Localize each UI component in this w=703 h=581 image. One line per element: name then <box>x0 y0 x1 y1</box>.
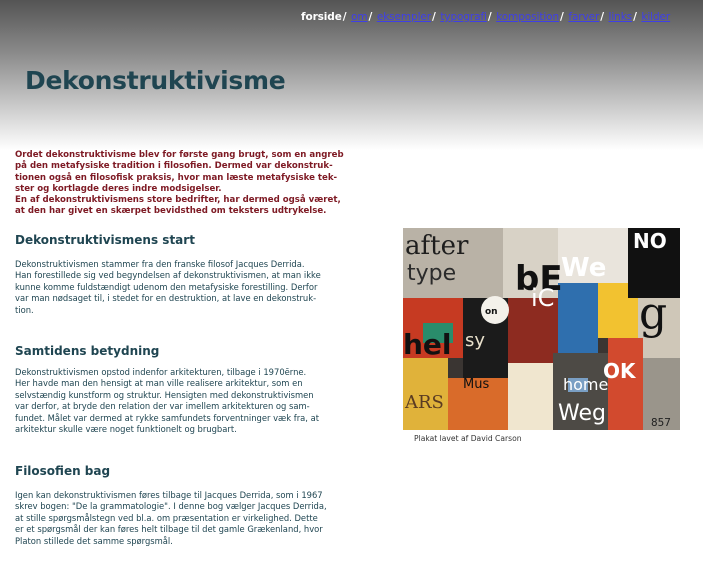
carson-poster-image: after type bE We iC g NO hel sy ARS home… <box>403 228 680 430</box>
poster-word: 857 <box>651 416 671 429</box>
intro-line: Ordet dekonstruktivisme blev for første … <box>15 150 344 160</box>
nav-link-typografi[interactable]: typografi <box>440 11 487 23</box>
body-line: at stille spørgsmålstegn ved bl.a. om pr… <box>15 512 318 523</box>
body-line: er et spørgsmål der kan føres helt tilba… <box>15 524 323 535</box>
body-line: var derfor, at bryde den relation der va… <box>15 401 310 412</box>
nav-link-kilder[interactable]: kilder <box>641 11 670 23</box>
nav-separator: / <box>432 11 436 23</box>
poster-word: We <box>561 253 606 283</box>
nav-link-eksempler[interactable]: eksempler <box>377 11 431 23</box>
body-line: Platon stillede det samme spørgsmål. <box>15 535 173 546</box>
intro-line: ster og kortlagde deres indre modsigelse… <box>15 183 222 194</box>
body-line: Her havde man den hensigt at man ville r… <box>15 378 303 389</box>
intro-line: En af dekonstruktivismens store bedrifte… <box>15 195 341 206</box>
body-line: selvstændig kunstform og struktur. Hensi… <box>15 389 314 400</box>
nav-separator: / <box>633 11 637 23</box>
body-line: tion. <box>15 304 34 315</box>
body-line: Igen kan dekonstruktivismen føres tilbag… <box>15 490 323 500</box>
body-line: var man nødsaget til, i stedet for en de… <box>15 293 317 304</box>
poster-word: hel <box>403 328 452 361</box>
section-body-samtiden: Dekonstruktivismen opstod indenfor arkit… <box>15 367 345 435</box>
intro-line: at den har givet en skærpet bevidsthed o… <box>15 206 327 217</box>
nav-link-komposition[interactable]: komposition <box>496 11 559 23</box>
nav-link-farver[interactable]: farver <box>568 11 599 23</box>
nav-separator: / <box>560 11 564 23</box>
poster-word: type <box>407 261 456 286</box>
section-title-start: Dekonstruktivismens start <box>15 233 195 247</box>
intro-line: tionen også en filosofisk praksis, hvor … <box>15 172 338 183</box>
poster-word: Mus <box>463 377 489 392</box>
poster-word: g <box>639 288 667 339</box>
nav-separator: / <box>600 11 604 23</box>
nav-separator: / <box>368 11 373 23</box>
poster-word: NO <box>633 229 667 253</box>
body-line: Dekonstruktivismen opstod indenfor arkit… <box>15 367 307 377</box>
body-line: arkitektur skulle være noget funktionelt… <box>15 424 237 435</box>
body-line: kunne komme fuldstændigt udenom den meta… <box>15 281 318 292</box>
section-title-samtiden: Samtidens betydning <box>15 344 160 358</box>
section-title-filosofien: Filosofien bag <box>15 464 111 478</box>
nav-link-om[interactable]: om <box>351 11 368 23</box>
poster-word: after <box>405 231 469 261</box>
body-line: Dekonstruktivismen stammer fra den frans… <box>15 259 305 269</box>
poster-caption: Plakat lavet af David Carson <box>414 434 522 443</box>
section-body-filosofien: Igen kan dekonstruktivismen føres tilbag… <box>15 490 345 547</box>
poster-word: ARS <box>404 392 444 413</box>
nav-link-links[interactable]: links <box>609 11 633 23</box>
main-navigation: forside/ om/ eksempler/ typografi/ kompo… <box>301 11 670 23</box>
body-line: skrev bogen: "De la grammatologie". I de… <box>15 501 327 512</box>
poster-word: on <box>485 307 498 317</box>
poster-collage: after type bE We iC g NO hel sy ARS home… <box>403 228 680 430</box>
body-line: Han forestillede sig ved begyndelsen af … <box>15 270 321 281</box>
poster-word: home <box>563 375 608 394</box>
nav-link-forside[interactable]: forside <box>301 11 342 23</box>
nav-separator: / <box>342 11 347 23</box>
poster-word: OK <box>603 359 637 383</box>
poster-word: iC <box>531 284 554 312</box>
intro-line: på den metafysiske tradition i filosofie… <box>15 161 333 172</box>
section-body-start: Dekonstruktivismen stammer fra den frans… <box>15 259 345 316</box>
nav-separator: / <box>487 11 492 23</box>
intro-paragraph: Ordet dekonstruktivisme blev for første … <box>15 150 360 218</box>
poster-word: sy <box>465 330 485 351</box>
page-title: Dekonstruktivisme <box>25 66 286 95</box>
body-line: fundet. Målet var dermed at rykke samfun… <box>15 412 320 423</box>
poster-word: Weg <box>558 401 606 426</box>
